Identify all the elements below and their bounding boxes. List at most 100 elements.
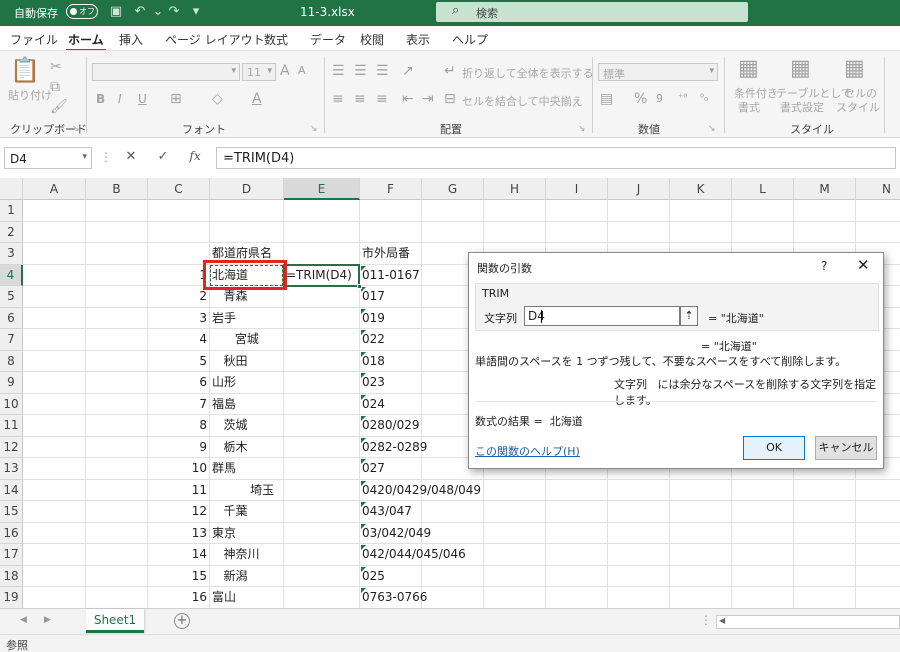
tab-help[interactable]: ヘルプ: [452, 31, 488, 48]
cell-d10[interactable]: 福島: [212, 394, 281, 415]
cell-f16[interactable]: 03/042/049: [362, 523, 502, 544]
increase-indent-icon[interactable]: ⇥: [422, 91, 434, 107]
cell-c9[interactable]: 6: [150, 372, 207, 393]
decrease-indent-icon[interactable]: ⇤: [402, 91, 414, 107]
column-header-g[interactable]: G: [422, 178, 484, 200]
cell-c10[interactable]: 7: [150, 394, 207, 415]
name-box[interactable]: D4 ▾: [4, 147, 92, 169]
error-indicator-icon[interactable]: [361, 588, 366, 593]
borders-icon[interactable]: ⊞: [170, 91, 182, 107]
cell-c15[interactable]: 12: [150, 501, 207, 522]
merge-icon[interactable]: ⊟: [444, 91, 456, 107]
column-header-b[interactable]: B: [86, 178, 148, 200]
ok-button[interactable]: OK: [743, 436, 805, 460]
error-indicator-icon[interactable]: [361, 416, 366, 421]
align-bottom-icon[interactable]: ☰: [376, 63, 389, 79]
comma-style-icon[interactable]: 9: [656, 91, 663, 107]
merge-center-button[interactable]: セルを結合して中央揃え: [462, 93, 583, 109]
error-indicator-icon[interactable]: [361, 330, 366, 335]
bold-button[interactable]: B: [96, 91, 105, 107]
cell-d7[interactable]: 宮城: [212, 329, 281, 350]
conditional-formatting-icon[interactable]: ▦: [738, 57, 759, 81]
paste-label[interactable]: 貼り付け: [8, 87, 52, 103]
column-header-j[interactable]: J: [608, 178, 670, 200]
grow-font-icon[interactable]: A: [280, 63, 290, 79]
number-format-combo[interactable]: 標準 ▾: [598, 63, 718, 81]
row-header-1[interactable]: 1: [0, 200, 23, 222]
shrink-font-icon[interactable]: A: [298, 63, 306, 79]
format-as-table-label-2[interactable]: 書式設定: [780, 99, 824, 115]
error-indicator-icon[interactable]: [361, 566, 366, 572]
cell-c13[interactable]: 10: [150, 458, 207, 479]
fill-color-icon[interactable]: ◇: [212, 91, 223, 107]
copy-icon[interactable]: ⧉: [50, 79, 60, 95]
cell-c7[interactable]: 4: [150, 329, 207, 350]
cell-d18[interactable]: 新潟: [212, 566, 281, 587]
scroll-tabs-right-icon[interactable]: ▶: [44, 615, 51, 625]
tab-home[interactable]: ホーム: [66, 31, 106, 51]
tab-file[interactable]: ファイル: [10, 31, 58, 48]
column-header-c[interactable]: C: [148, 178, 210, 200]
cell-f18[interactable]: 025: [362, 566, 502, 587]
font-name-combo[interactable]: ▾: [92, 63, 240, 81]
column-header-a[interactable]: A: [23, 178, 86, 200]
cell-d11[interactable]: 茨城: [212, 415, 281, 436]
column-header-m[interactable]: M: [794, 178, 856, 200]
scroll-tabs-left-icon[interactable]: ◀: [20, 615, 27, 625]
cell-c14[interactable]: 11: [150, 480, 207, 501]
cell-c5[interactable]: 2: [150, 286, 207, 307]
cell-d17[interactable]: 神奈川: [212, 544, 281, 565]
decrease-decimal-icon[interactable]: ⁰₀: [700, 91, 708, 107]
tab-review[interactable]: 校閲: [360, 31, 384, 48]
wrap-text-button[interactable]: 折り返して全体を表示する: [462, 65, 594, 81]
column-header-k[interactable]: K: [670, 178, 732, 200]
save-icon[interactable]: ▣: [108, 4, 124, 20]
error-indicator-icon[interactable]: [361, 523, 366, 529]
tab-formulas[interactable]: 数式: [264, 31, 288, 48]
cancel-entry-icon[interactable]: ✕: [122, 149, 140, 164]
cancel-button[interactable]: キャンセル: [815, 436, 877, 460]
cell-styles-icon[interactable]: ▦: [844, 57, 865, 81]
error-indicator-icon[interactable]: [361, 265, 366, 271]
increase-decimal-icon[interactable]: ⁺⁰: [678, 91, 687, 107]
align-center-icon[interactable]: ≡: [354, 91, 366, 107]
row-header-6[interactable]: 6: [0, 307, 23, 329]
row-header-13[interactable]: 13: [0, 458, 23, 480]
format-painter-icon[interactable]: 🖌: [50, 99, 68, 115]
tab-page-layout[interactable]: ページ レイアウト: [165, 31, 265, 48]
cell-f15[interactable]: 043/047: [362, 501, 502, 522]
align-middle-icon[interactable]: ☰: [354, 63, 367, 79]
cell-d12[interactable]: 栃木: [212, 437, 281, 458]
italic-button[interactable]: I: [118, 91, 122, 107]
error-indicator-icon[interactable]: [361, 394, 366, 400]
sheet-tab-sheet1[interactable]: Sheet1: [86, 609, 144, 633]
error-indicator-icon[interactable]: [361, 308, 366, 314]
cell-d13[interactable]: 群馬: [212, 458, 281, 479]
row-header-10[interactable]: 10: [0, 393, 23, 415]
error-indicator-icon[interactable]: [361, 459, 366, 464]
formula-input[interactable]: =TRIM(D4): [216, 147, 896, 169]
align-top-icon[interactable]: ☰: [332, 63, 345, 79]
row-header-12[interactable]: 12: [0, 436, 23, 458]
undo-dropdown-icon[interactable]: ⌄: [150, 4, 166, 20]
quick-access-customize-icon[interactable]: ▾: [188, 4, 204, 20]
cell-c17[interactable]: 14: [150, 544, 207, 565]
cut-icon[interactable]: ✂: [50, 59, 62, 75]
cell-d8[interactable]: 秋田: [212, 351, 281, 372]
column-header-n[interactable]: N: [856, 178, 900, 200]
close-icon[interactable]: ✕: [857, 256, 870, 274]
row-header-5[interactable]: 5: [0, 286, 23, 308]
row-header-16[interactable]: 16: [0, 522, 23, 544]
cell-d15[interactable]: 千葉: [212, 501, 281, 522]
column-header-f[interactable]: F: [360, 178, 422, 200]
row-header-8[interactable]: 8: [0, 350, 23, 372]
cell-c19[interactable]: 16: [150, 587, 207, 608]
autosave-toggle[interactable]: オフ: [66, 4, 98, 19]
underline-button[interactable]: U: [138, 91, 147, 107]
help-icon[interactable]: ?: [821, 259, 827, 273]
row-header-9[interactable]: 9: [0, 372, 23, 394]
search-box[interactable]: ⌕ 検索: [436, 2, 748, 22]
error-indicator-icon[interactable]: [361, 351, 366, 357]
cell-c8[interactable]: 5: [150, 351, 207, 372]
confirm-entry-icon[interactable]: ✓: [154, 149, 172, 164]
